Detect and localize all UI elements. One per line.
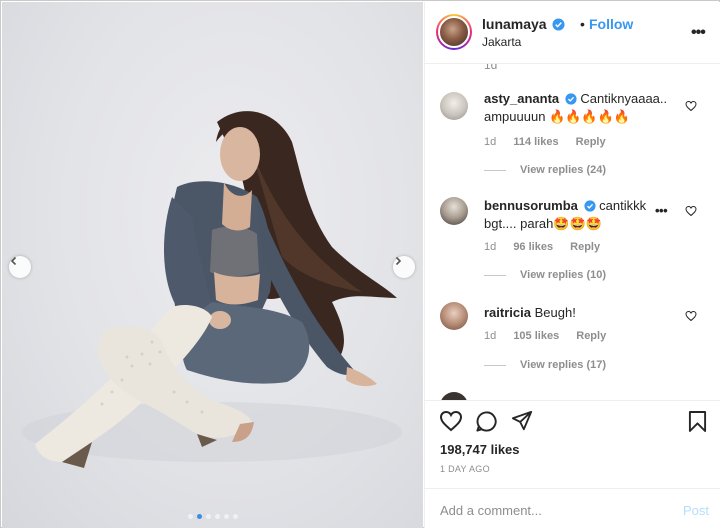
verified-badge-icon: [583, 200, 596, 212]
comment-meta: 1d 96 likes Reply: [484, 241, 614, 253]
comment-meta: 1d 105 likes Reply: [484, 330, 620, 342]
view-replies-label: View replies (10): [520, 269, 607, 281]
carousel-prev-button[interactable]: [9, 256, 31, 278]
photo-illustration: [22, 111, 402, 468]
heart-icon[interactable]: [439, 410, 463, 432]
comment-likes[interactable]: 96 likes: [513, 241, 553, 253]
post-location[interactable]: Jakarta: [482, 35, 521, 49]
view-replies-label: View replies (17): [520, 359, 607, 371]
scrolled-comment-age: 1d: [484, 64, 498, 72]
post-likes-count[interactable]: 198,747 likes: [440, 442, 520, 457]
author-username-row: lunamaya: [482, 16, 566, 32]
comment-icon[interactable]: [475, 410, 498, 433]
commenter-username[interactable]: bennusorumba: [484, 198, 578, 213]
view-replies-button[interactable]: View replies (17): [484, 359, 606, 371]
comment-likes[interactable]: 114 likes: [513, 136, 558, 148]
instagram-post-modal: lunamaya • Follow Jakarta ••• 1d asty_an…: [0, 0, 720, 528]
share-icon[interactable]: [511, 410, 533, 432]
comment-text-block: raitricia Beugh!: [484, 304, 689, 322]
comment-likes[interactable]: 105 likes: [513, 330, 559, 342]
carousel-indicator: [2, 514, 423, 519]
comment-age[interactable]: 1d: [484, 136, 496, 148]
replies-divider: [484, 274, 506, 276]
replies-divider: [484, 364, 506, 366]
post-time-ago[interactable]: 1 DAY AGO: [440, 464, 490, 474]
commenter-avatar[interactable]: [440, 302, 468, 330]
comment-text-block: asty_ananta Cantiknyaaaa.. ampuuuun 🔥🔥🔥🔥…: [484, 90, 689, 126]
view-replies-button[interactable]: View replies (10): [484, 269, 606, 281]
reply-button[interactable]: Reply: [570, 241, 600, 253]
verified-badge-icon: [565, 93, 577, 105]
commenter-username[interactable]: asty_ananta: [484, 91, 559, 106]
view-replies-label: View replies (24): [520, 164, 607, 176]
comment-age[interactable]: 1d: [484, 241, 496, 253]
header-separator: •: [580, 16, 585, 32]
carousel-dot: [205, 514, 211, 519]
chevron-right-icon: [395, 256, 402, 266]
carousel-dot: [196, 514, 202, 519]
post-photo[interactable]: [2, 2, 423, 528]
heart-icon[interactable]: [685, 205, 697, 217]
carousel-dot: [223, 514, 229, 519]
view-replies-button[interactable]: View replies (24): [484, 164, 606, 176]
post-header: lunamaya • Follow Jakarta •••: [425, 2, 720, 64]
bookmark-icon[interactable]: [688, 410, 707, 433]
comment-more-icon[interactable]: •••: [655, 203, 668, 218]
post-comment-button[interactable]: Post: [683, 503, 709, 518]
comment-text: Beugh!: [534, 305, 576, 320]
commenter-avatar[interactable]: [440, 92, 468, 120]
heart-icon[interactable]: [685, 310, 697, 322]
commenter-avatar-partial: [440, 392, 468, 400]
commenter-avatar[interactable]: [440, 197, 468, 225]
comments-list[interactable]: 1d asty_ananta Cantiknyaaaa.. ampuuuun 🔥…: [425, 64, 720, 400]
chevron-left-icon: [10, 256, 17, 266]
heart-icon[interactable]: [685, 100, 697, 112]
post-sidebar: lunamaya • Follow Jakarta ••• 1d asty_an…: [424, 2, 720, 528]
reply-button[interactable]: Reply: [576, 330, 606, 342]
comment-input[interactable]: Add a comment...: [440, 503, 542, 518]
carousel-dot: [214, 514, 220, 519]
carousel-dot: [232, 514, 238, 519]
comment-text-block: bennusorumba cantikkk bgt.... parah🤩🤩🤩: [484, 197, 654, 233]
replies-divider: [484, 169, 506, 171]
comment-meta: 1d 114 likes Reply: [484, 136, 620, 148]
comment-composer: Add a comment... Post: [425, 488, 720, 528]
carousel-next-button[interactable]: [393, 256, 415, 278]
post-actions: 198,747 likes 1 DAY AGO: [425, 400, 720, 488]
follow-button[interactable]: Follow: [589, 16, 633, 32]
reply-button[interactable]: Reply: [576, 136, 606, 148]
commenter-username[interactable]: raitricia: [484, 305, 531, 320]
verified-badge-icon: [552, 18, 566, 31]
author-avatar[interactable]: [436, 14, 472, 50]
comment-age[interactable]: 1d: [484, 330, 496, 342]
author-username[interactable]: lunamaya: [482, 16, 547, 32]
carousel-dot: [187, 514, 193, 519]
more-options-icon[interactable]: •••: [691, 24, 706, 42]
